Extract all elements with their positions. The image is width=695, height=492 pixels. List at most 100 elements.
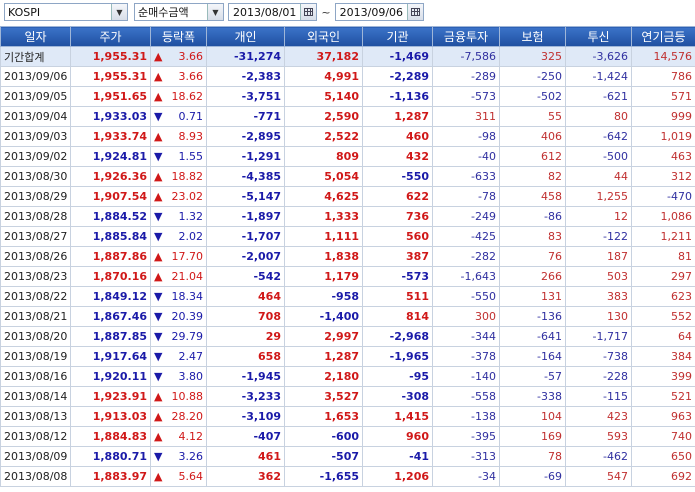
row-pension: 963 bbox=[631, 406, 695, 427]
row-individual: -771 bbox=[206, 106, 285, 127]
table-row[interactable]: 2013/08/22 1,849.12 ▼ 18.34 464 -958 511 -550 13… bbox=[0, 286, 695, 307]
row-date: 2013/08/23 bbox=[0, 266, 71, 287]
table-row[interactable]: 2013/08/21 1,867.46 ▼ 20.39 708 -1,400 814 300-… bbox=[0, 306, 695, 327]
row-trust: 503 bbox=[565, 266, 632, 287]
row-trust: 80 bbox=[565, 106, 632, 127]
table-row[interactable]: 2013/08/08 1,883.97 ▲ 5.64 362 -1,655 1,206 -34… bbox=[0, 466, 695, 487]
triangle-up-icon: ▲ bbox=[154, 170, 163, 183]
metric-select[interactable]: 순매수금액 ▼ bbox=[134, 3, 224, 21]
table-row[interactable]: 2013/08/30 1,926.36 ▲ 18.82 -4,385 5,054 -550-… bbox=[0, 166, 695, 187]
row-pension: 623 bbox=[631, 286, 695, 307]
table-row[interactable]: 2013/08/23 1,870.16 ▲ 21.04 -542 1,179 -573 -1,… bbox=[0, 266, 695, 287]
end-date-field[interactable]: 2013/09/06 bbox=[334, 3, 425, 21]
row-change: ▼ 0.71 bbox=[150, 106, 207, 127]
column-header-insurance[interactable]: 보험 bbox=[499, 26, 566, 47]
row-fin-invest: 300 bbox=[432, 306, 500, 327]
table-row[interactable]: 2013/08/14 1,923.91 ▲ 10.88 -3,233 3,527 -308-… bbox=[0, 386, 695, 407]
column-header-date[interactable]: 일자 bbox=[0, 26, 71, 47]
row-insurance: -338 bbox=[499, 386, 566, 407]
summary-change: ▲ 3.66 bbox=[150, 46, 207, 67]
row-individual: -1,897 bbox=[206, 206, 285, 227]
chevron-down-icon[interactable]: ▼ bbox=[207, 4, 223, 20]
table-row[interactable]: 2013/08/26 1,887.86 ▲ 17.70 -2,007 1,838 387 -2… bbox=[0, 246, 695, 267]
column-header-foreign[interactable]: 외국인 bbox=[284, 26, 363, 47]
row-trust: -1,424 bbox=[565, 66, 632, 87]
row-individual: 464 bbox=[206, 286, 285, 307]
row-price: 1,923.91 bbox=[70, 386, 151, 407]
column-header-individual[interactable]: 개인 bbox=[206, 26, 285, 47]
calendar-icon[interactable] bbox=[300, 4, 317, 20]
row-change-value: 3.26 bbox=[178, 450, 204, 463]
column-header-fin-invest[interactable]: 금융투자 bbox=[432, 26, 500, 47]
row-pension: 1,019 bbox=[631, 126, 695, 147]
table-row[interactable]: 2013/08/09 1,880.71 ▼ 3.26 461 -507 -41 -313 78-… bbox=[0, 446, 695, 467]
table-row[interactable]: 2013/08/20 1,887.85 ▼ 29.79 29 2,997 -2,968 -34… bbox=[0, 326, 695, 347]
row-change-value: 3.66 bbox=[178, 70, 204, 83]
row-trust: 383 bbox=[565, 286, 632, 307]
row-foreign: 2,180 bbox=[284, 366, 363, 387]
row-date: 2013/09/03 bbox=[0, 126, 71, 147]
row-change-value: 23.02 bbox=[171, 190, 204, 203]
row-institution: -95 bbox=[362, 366, 433, 387]
triangle-down-icon: ▼ bbox=[154, 450, 163, 463]
table-row[interactable]: 2013/08/28 1,884.52 ▼ 1.32 -1,897 1,333 736 -24… bbox=[0, 206, 695, 227]
row-pension: 650 bbox=[631, 446, 695, 467]
row-change: ▲ 5.64 bbox=[150, 466, 207, 487]
row-institution: -2,968 bbox=[362, 326, 433, 347]
table-row[interactable]: 2013/09/04 1,933.03 ▼ 0.71 -771 2,590 1,287 311… bbox=[0, 106, 695, 127]
table-row[interactable]: 2013/09/05 1,951.65 ▲ 18.62 -3,751 5,140 -1,13… bbox=[0, 86, 695, 107]
chevron-down-icon[interactable]: ▼ bbox=[111, 4, 127, 20]
row-pension: 1,211 bbox=[631, 226, 695, 247]
row-institution: -573 bbox=[362, 266, 433, 287]
summary-change-value: 3.66 bbox=[178, 50, 204, 63]
row-change-value: 8.93 bbox=[178, 130, 204, 143]
triangle-down-icon: ▼ bbox=[154, 210, 163, 223]
row-institution: 560 bbox=[362, 226, 433, 247]
row-trust: -642 bbox=[565, 126, 632, 147]
table-row[interactable]: 2013/08/29 1,907.54 ▲ 23.02 -5,147 4,625 622 -7… bbox=[0, 186, 695, 207]
calendar-icon[interactable] bbox=[407, 4, 424, 20]
table-row[interactable]: 2013/08/27 1,885.84 ▼ 2.02 -1,707 1,111 560 -42… bbox=[0, 226, 695, 247]
row-institution: -1,136 bbox=[362, 86, 433, 107]
row-date: 2013/08/29 bbox=[0, 186, 71, 207]
table-row[interactable]: 2013/08/19 1,917.64 ▼ 2.47 658 1,287 -1,965 -37… bbox=[0, 346, 695, 367]
row-insurance: 82 bbox=[499, 166, 566, 187]
column-header-institution[interactable]: 기관 bbox=[362, 26, 433, 47]
summary-trust: -3,626 bbox=[565, 46, 632, 67]
row-change: ▲ 8.93 bbox=[150, 126, 207, 147]
row-pension: 463 bbox=[631, 146, 695, 167]
table-row[interactable]: 2013/08/16 1,920.11 ▼ 3.80 -1,945 2,180 -95 -14… bbox=[0, 366, 695, 387]
investor-trading-table: 일자 주가 등락폭 개인 외국인 기관 금융투자 보험 투신 연기금등 기간합계… bbox=[0, 26, 695, 487]
row-date: 2013/08/13 bbox=[0, 406, 71, 427]
row-date: 2013/08/19 bbox=[0, 346, 71, 367]
row-institution: 1,415 bbox=[362, 406, 433, 427]
table-row[interactable]: 2013/09/02 1,924.81 ▼ 1.55 -1,291 809 432 -40 61… bbox=[0, 146, 695, 167]
triangle-up-icon: ▲ bbox=[154, 250, 163, 263]
column-header-price[interactable]: 주가 bbox=[70, 26, 151, 47]
market-select[interactable]: KOSPI ▼ bbox=[4, 3, 128, 21]
column-header-pension[interactable]: 연기금등 bbox=[631, 26, 695, 47]
column-header-change[interactable]: 등락폭 bbox=[150, 26, 207, 47]
row-trust: -462 bbox=[565, 446, 632, 467]
row-change-value: 18.34 bbox=[171, 290, 204, 303]
row-change-value: 28.20 bbox=[171, 410, 204, 423]
row-price: 1,870.16 bbox=[70, 266, 151, 287]
column-header-trust[interactable]: 투신 bbox=[565, 26, 632, 47]
table-row[interactable]: 2013/09/03 1,933.74 ▲ 8.93 -2,895 2,522 460 -98… bbox=[0, 126, 695, 147]
table-row[interactable]: 2013/08/12 1,884.83 ▲ 4.12 -407 -600 960 -395 16… bbox=[0, 426, 695, 447]
table-row[interactable]: 2013/08/13 1,913.03 ▲ 28.20 -3,109 1,653 1,415… bbox=[0, 406, 695, 427]
start-date-field[interactable]: 2013/08/01 bbox=[228, 3, 318, 21]
table-row[interactable]: 2013/09/06 1,955.31 ▲ 3.66 -2,383 4,991 -2,289… bbox=[0, 66, 695, 87]
row-date: 2013/08/26 bbox=[0, 246, 71, 267]
row-trust: -122 bbox=[565, 226, 632, 247]
triangle-up-icon: ▲ bbox=[154, 70, 163, 83]
row-change-value: 20.39 bbox=[171, 310, 204, 323]
summary-row[interactable]: 기간합계 1,955.31 ▲ 3.66 -31,274 37,182 -1,46… bbox=[0, 46, 695, 67]
row-insurance: 76 bbox=[499, 246, 566, 267]
row-fin-invest: -34 bbox=[432, 466, 500, 487]
row-foreign: 1,333 bbox=[284, 206, 363, 227]
row-institution: -41 bbox=[362, 446, 433, 467]
metric-select-value: 순매수금액 bbox=[138, 6, 189, 19]
row-pension: -470 bbox=[631, 186, 695, 207]
triangle-up-icon: ▲ bbox=[154, 190, 163, 203]
